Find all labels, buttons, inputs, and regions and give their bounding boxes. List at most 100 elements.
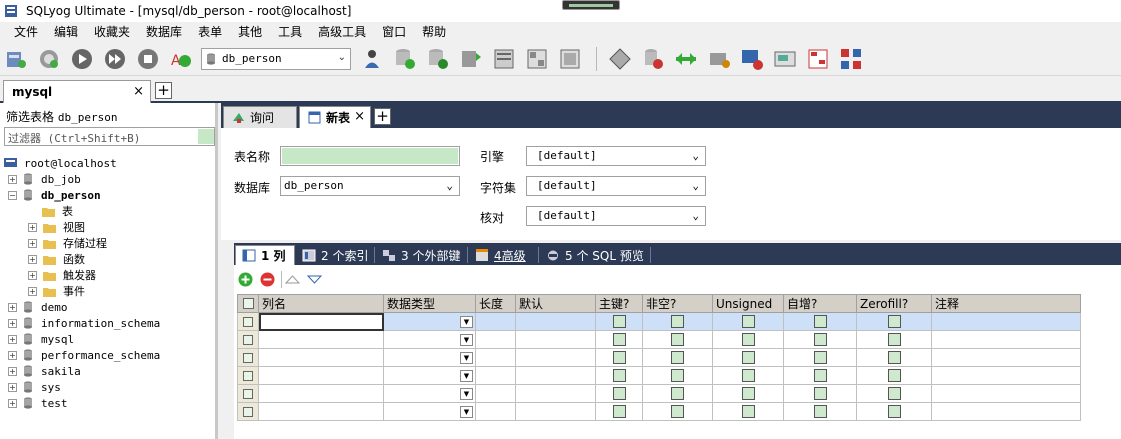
backup-button[interactable] xyxy=(458,46,484,72)
zerofill-checkbox[interactable] xyxy=(887,315,901,328)
auto-increment-cell[interactable] xyxy=(783,402,857,421)
primary-key-checkbox[interactable] xyxy=(612,351,626,364)
tree-folder-tables[interactable]: 表 xyxy=(4,203,216,219)
col-header-comment[interactable]: 注释 xyxy=(931,294,1081,313)
filter-input[interactable]: 过滤器 (Ctrl+Shift+B) xyxy=(4,127,215,146)
chevron-down-icon[interactable]: ▼ xyxy=(460,370,473,382)
menu-tools[interactable]: 工具 xyxy=(270,22,310,42)
not-null-checkbox[interactable] xyxy=(671,315,684,328)
expand-icon[interactable]: + xyxy=(8,382,17,392)
menu-advanced-tools[interactable]: 高级工具 xyxy=(310,22,374,42)
notification-button[interactable] xyxy=(739,46,765,72)
auto-increment-cell[interactable] xyxy=(783,384,857,403)
tree-folder-functions[interactable]: + 函数 xyxy=(4,251,216,267)
column-name-cell[interactable] xyxy=(258,330,384,349)
row-selector[interactable] xyxy=(237,330,259,349)
table-diagnostics-button[interactable] xyxy=(805,46,831,72)
data-type-cell[interactable]: ▼ xyxy=(383,402,476,421)
tree-db-demo[interactable]: + demo xyxy=(4,299,216,315)
table-row[interactable]: ▼ xyxy=(237,348,1081,367)
column-name-cell[interactable] xyxy=(258,366,384,385)
col-header-zerofill[interactable]: Zerofill? xyxy=(856,294,932,313)
menu-favorites[interactable]: 收藏夹 xyxy=(86,22,138,42)
row-checkbox[interactable] xyxy=(243,388,253,399)
connection-tab-mysql[interactable]: mysql × xyxy=(3,80,151,103)
expand-icon[interactable]: + xyxy=(28,254,37,264)
tree-root-server[interactable]: root@localhost xyxy=(4,155,216,171)
execute-all-button[interactable] xyxy=(102,46,128,72)
query-builder-button[interactable] xyxy=(557,46,583,72)
not-null-checkbox[interactable] xyxy=(671,387,684,400)
execute-query-button[interactable] xyxy=(69,46,95,72)
engine-dropdown[interactable]: [default] ⌄ xyxy=(526,146,706,166)
row-selector[interactable] xyxy=(237,384,259,403)
not-null-cell[interactable] xyxy=(642,402,713,421)
schema-sync-button[interactable] xyxy=(838,46,864,72)
zerofill-checkbox[interactable] xyxy=(887,387,901,400)
primary-key-checkbox[interactable] xyxy=(612,315,626,328)
expand-icon[interactable]: + xyxy=(8,350,17,360)
auto-increment-checkbox[interactable] xyxy=(813,315,827,328)
tree-db-mysql[interactable]: + mysql xyxy=(4,331,216,347)
primary-key-cell[interactable] xyxy=(595,348,643,367)
auto-increment-checkbox[interactable] xyxy=(813,369,827,382)
compare-button[interactable] xyxy=(673,46,699,72)
expand-icon[interactable]: + xyxy=(28,238,37,248)
not-null-checkbox[interactable] xyxy=(671,351,684,364)
auto-increment-checkbox[interactable] xyxy=(813,333,827,346)
not-null-cell[interactable] xyxy=(642,348,713,367)
stop-button[interactable] xyxy=(135,46,161,72)
comment-cell[interactable] xyxy=(931,402,1081,421)
column-name-cell[interactable] xyxy=(258,348,384,367)
select-all-header[interactable] xyxy=(237,294,259,313)
menu-file[interactable]: 文件 xyxy=(6,22,46,42)
col-header-primary-key[interactable]: 主键? xyxy=(595,294,643,313)
tab-indexes[interactable]: 2 个索引 xyxy=(296,245,374,265)
unsigned-cell[interactable] xyxy=(712,384,784,403)
table-row[interactable]: ▼ xyxy=(237,402,1081,421)
add-column-icon[interactable] xyxy=(238,272,253,287)
tab-query[interactable]: 询问 xyxy=(223,106,297,128)
col-header-unsigned[interactable]: Unsigned xyxy=(712,294,784,313)
auto-increment-cell[interactable] xyxy=(783,312,857,331)
chevron-down-icon[interactable]: ▼ xyxy=(460,388,473,400)
tab-new-table[interactable]: 新表 × xyxy=(299,106,371,128)
zerofill-cell[interactable] xyxy=(856,366,932,385)
tree-db-db_person[interactable]: − db_person xyxy=(4,187,216,203)
close-icon[interactable]: × xyxy=(133,84,144,99)
row-checkbox[interactable] xyxy=(243,370,253,381)
unsigned-checkbox[interactable] xyxy=(741,351,755,364)
scheduled-backup-button[interactable] xyxy=(772,46,798,72)
expand-icon[interactable]: + xyxy=(28,222,37,232)
data-type-cell[interactable]: ▼ xyxy=(383,366,476,385)
connect-button[interactable] xyxy=(36,46,62,72)
user-manager-button[interactable] xyxy=(359,46,385,72)
database-dropdown[interactable]: db_person ⌄ xyxy=(280,176,460,196)
unsigned-cell[interactable] xyxy=(712,366,784,385)
menu-help[interactable]: 帮助 xyxy=(414,22,454,42)
move-down-icon[interactable] xyxy=(307,272,322,287)
unsigned-checkbox[interactable] xyxy=(741,315,755,328)
refresh-button[interactable]: A xyxy=(168,46,194,72)
tree-db-sys[interactable]: + sys xyxy=(4,379,216,395)
chevron-down-icon[interactable]: ▼ xyxy=(460,352,473,364)
add-tab-button[interactable]: + xyxy=(374,108,391,125)
charset-dropdown[interactable]: [default] ⌄ xyxy=(526,176,706,196)
schema-designer-button[interactable] xyxy=(524,46,550,72)
row-checkbox[interactable] xyxy=(243,334,253,345)
unsigned-checkbox[interactable] xyxy=(741,387,755,400)
tree-folder-events[interactable]: + 事件 xyxy=(4,283,216,299)
primary-key-checkbox[interactable] xyxy=(612,405,626,418)
tree-db-test[interactable]: + test xyxy=(4,395,216,411)
col-header-not-null[interactable]: 非空? xyxy=(642,294,713,313)
data-type-cell[interactable]: ▼ xyxy=(383,330,476,349)
row-selector[interactable] xyxy=(237,348,259,367)
col-header-default[interactable]: 默认 xyxy=(515,294,596,313)
remove-column-icon[interactable] xyxy=(260,272,275,287)
column-name-cell[interactable] xyxy=(258,402,384,421)
menu-table[interactable]: 表单 xyxy=(190,22,230,42)
primary-key-cell[interactable] xyxy=(595,366,643,385)
primary-key-cell[interactable] xyxy=(595,402,643,421)
length-cell[interactable] xyxy=(475,312,516,331)
table-row[interactable]: ▼ xyxy=(237,384,1081,403)
